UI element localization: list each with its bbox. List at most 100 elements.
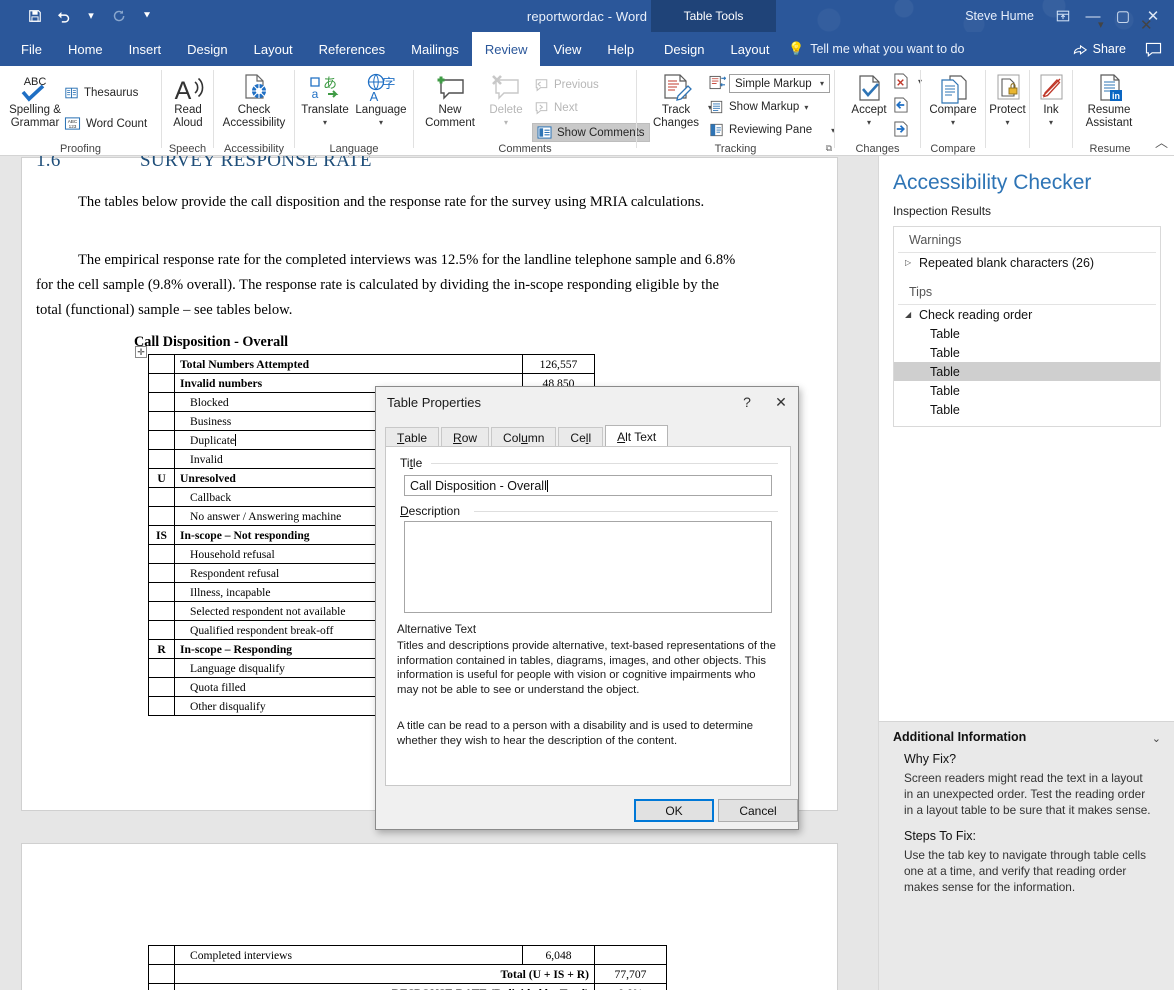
- tab-home[interactable]: Home: [55, 32, 116, 66]
- cancel-button[interactable]: Cancel: [718, 799, 798, 822]
- result-item-child[interactable]: Table: [894, 343, 1160, 362]
- dialog-tab-cell[interactable]: Ce l l: [558, 427, 604, 447]
- result-item-child[interactable]: Table: [894, 381, 1160, 400]
- table-cell-value-2[interactable]: [594, 945, 667, 965]
- table-cell-label[interactable]: Completed interviews: [174, 945, 523, 965]
- twisty-icon[interactable]: ▷: [905, 258, 919, 267]
- new-comment-button[interactable]: New Comment: [420, 72, 480, 129]
- table-cell-label[interactable]: Total (U + IS + R): [174, 964, 595, 984]
- table-cell-value[interactable]: 126,557: [522, 354, 595, 374]
- tab-layout[interactable]: Layout: [241, 32, 306, 66]
- table-cell-code[interactable]: U: [148, 468, 175, 488]
- dialog-help-icon[interactable]: ?: [730, 387, 764, 417]
- share-button[interactable]: Share: [1065, 42, 1134, 56]
- table-cell-value[interactable]: 6,048: [522, 945, 595, 965]
- table-row[interactable]: Completed interviews 6,048: [148, 945, 667, 965]
- table-cell-code[interactable]: [148, 392, 175, 412]
- tab-help[interactable]: Help: [594, 32, 647, 66]
- thesaurus-button[interactable]: Thesaurus: [64, 86, 138, 100]
- table-cell-code[interactable]: [148, 582, 175, 602]
- accept-button[interactable]: Accept ▾: [845, 72, 893, 129]
- chevron-down-icon[interactable]: ▾: [951, 117, 955, 130]
- next-change-button[interactable]: [893, 121, 908, 137]
- tab-view[interactable]: View: [540, 32, 594, 66]
- maximize-icon[interactable]: ▢: [1108, 1, 1138, 31]
- tell-me-box[interactable]: 💡 Tell me what you want to do: [788, 32, 964, 66]
- table-cell-label[interactable]: Total Numbers Attempted: [174, 354, 523, 374]
- table-properties-dialog[interactable]: Table Properties ? ✕ Table Row Col u mn Ce…: [375, 386, 799, 830]
- chevron-down-icon[interactable]: ▾: [1049, 117, 1053, 130]
- twisty-icon[interactable]: ◢: [905, 310, 919, 319]
- table-cell-code[interactable]: [148, 983, 175, 990]
- dialog-tab-table[interactable]: Table: [385, 427, 440, 447]
- spelling-grammar-button[interactable]: ABC Spelling & Grammar: [2, 72, 68, 129]
- table-cell-code[interactable]: [148, 354, 175, 374]
- show-comments-button[interactable]: Show Comments: [532, 123, 650, 142]
- reviewing-pane-button[interactable]: Reviewing Pane ▾: [709, 123, 835, 137]
- inspection-results-list[interactable]: Warnings ▷ Repeated blank characters (26) T…: [893, 226, 1161, 427]
- response-rate-table[interactable]: Completed interviews 6,048 Total (U + IS +…: [148, 945, 667, 990]
- dialog-tab-alt-text[interactable]: Alt Text: [605, 425, 669, 447]
- chevron-down-icon[interactable]: ▾: [323, 117, 327, 130]
- table-row[interactable]: Total (U + IS + R) 77,707: [148, 964, 667, 984]
- reject-button[interactable]: ▾: [893, 73, 922, 89]
- chevron-down-icon[interactable]: ▾: [1005, 117, 1009, 130]
- undo-dropdown-icon[interactable]: ▾: [78, 3, 104, 29]
- resume-assistant-button[interactable]: in Resume Assistant: [1073, 72, 1145, 129]
- tab-references[interactable]: References: [306, 32, 398, 66]
- pane-options-chevron-icon[interactable]: ▾: [1098, 18, 1104, 31]
- ok-button[interactable]: OK: [634, 799, 714, 822]
- table-cell-code[interactable]: [148, 658, 175, 678]
- alt-text-description-textarea[interactable]: [404, 521, 772, 613]
- table-cell-code[interactable]: [148, 449, 175, 469]
- table-cell-code[interactable]: [148, 620, 175, 640]
- tab-insert[interactable]: Insert: [116, 32, 175, 66]
- word-count-button[interactable]: ABC 123 Word Count: [64, 116, 147, 131]
- table-cell-code[interactable]: [148, 430, 175, 450]
- table-cell-code[interactable]: IS: [148, 525, 175, 545]
- chevron-down-icon[interactable]: ▾: [820, 79, 824, 88]
- dialog-close-icon[interactable]: ✕: [764, 387, 798, 417]
- comments-icon[interactable]: [1138, 34, 1168, 64]
- tab-table-design[interactable]: Design: [651, 32, 717, 66]
- table-move-handle[interactable]: ✛: [135, 346, 147, 358]
- chevron-down-icon[interactable]: ⌄: [1152, 732, 1161, 745]
- show-markup-button[interactable]: Show Markup ▾: [709, 100, 808, 114]
- table-cell-code[interactable]: [148, 411, 175, 431]
- compare-button[interactable]: Compare ▾: [923, 72, 983, 129]
- tab-review[interactable]: Review: [471, 32, 541, 66]
- table-cell-code[interactable]: [148, 945, 175, 965]
- tab-table-layout[interactable]: Layout: [717, 32, 782, 66]
- protect-button[interactable]: Protect ▾: [986, 72, 1029, 129]
- dialog-tab-row[interactable]: Row: [441, 427, 490, 447]
- table-cell-code[interactable]: [148, 696, 175, 716]
- table-cell-code[interactable]: [148, 487, 175, 507]
- table-cell-value-2[interactable]: 9.8%: [594, 983, 667, 990]
- result-item-child[interactable]: Table: [894, 324, 1160, 343]
- language-button[interactable]: A字 Language ▾: [351, 72, 411, 129]
- table-cell-code[interactable]: [148, 964, 175, 984]
- track-changes-button[interactable]: Track Changes ▾: [645, 72, 712, 129]
- result-item-child[interactable]: Table: [894, 362, 1160, 381]
- tab-mailings[interactable]: Mailings: [398, 32, 472, 66]
- markup-display-select[interactable]: Simple Markup ▾: [729, 74, 830, 93]
- result-item-child[interactable]: Table: [894, 400, 1160, 419]
- table-cell-code[interactable]: [148, 544, 175, 564]
- alt-text-title-input[interactable]: Call Disposition - Overall: [404, 475, 772, 496]
- ribbon-display-options-icon[interactable]: [1048, 1, 1078, 31]
- undo-icon[interactable]: [50, 3, 76, 29]
- check-accessibility-button[interactable]: Check Accessibility: [216, 72, 292, 129]
- ink-button[interactable]: Ink ▾: [1030, 72, 1072, 129]
- markup-view-icon-btn[interactable]: [709, 75, 726, 90]
- document-page-2[interactable]: Completed interviews 6,048 Total (U + IS +…: [22, 844, 837, 990]
- table-cell-code[interactable]: R: [148, 639, 175, 659]
- table-cell-code[interactable]: [148, 563, 175, 583]
- pane-close-icon[interactable]: ✕: [1140, 16, 1153, 34]
- chevron-down-icon[interactable]: ▾: [379, 117, 383, 130]
- read-aloud-button[interactable]: A Read Aloud: [164, 72, 212, 129]
- result-item[interactable]: ◢ Check reading order: [894, 305, 1160, 324]
- table-cell-value-2[interactable]: 77,707: [594, 964, 667, 984]
- tab-design[interactable]: Design: [174, 32, 240, 66]
- table-cell-code[interactable]: [148, 373, 175, 393]
- chevron-down-icon[interactable]: ▾: [867, 117, 871, 130]
